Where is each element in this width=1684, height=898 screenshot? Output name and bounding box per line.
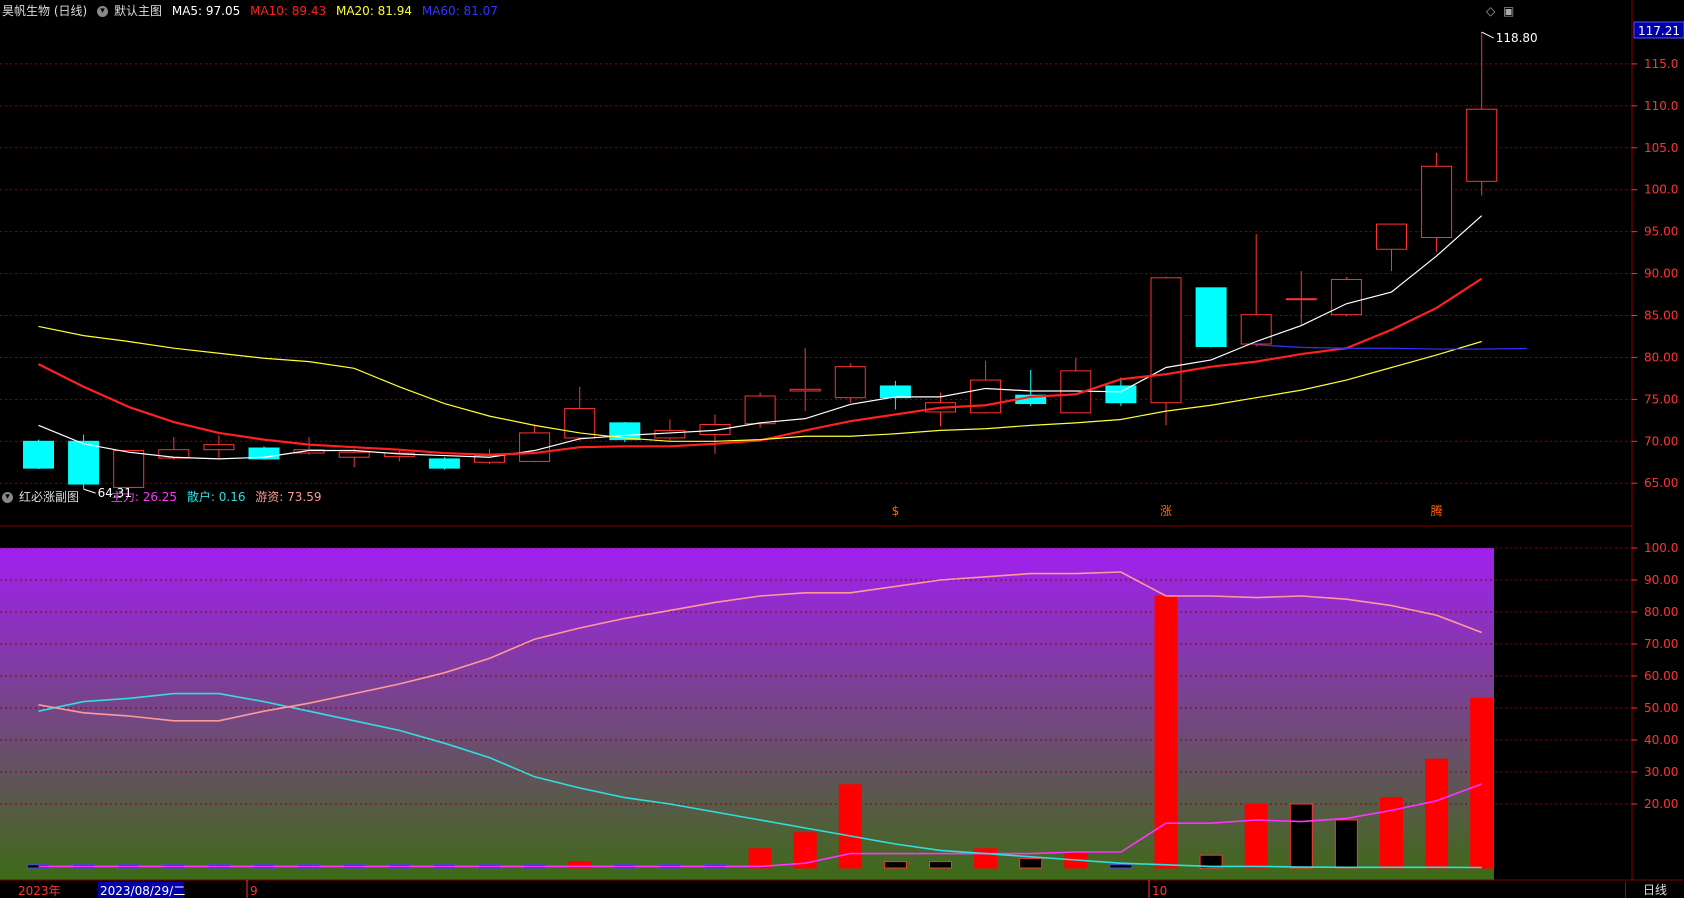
candle-body xyxy=(1240,314,1272,345)
candle-body xyxy=(23,440,54,469)
sub-axis-tick-label: 50.00 xyxy=(1644,701,1678,715)
event-marker[interactable]: 腾 xyxy=(1431,503,1443,518)
candle-body xyxy=(699,424,731,436)
sub-bar xyxy=(1019,857,1043,869)
price-axis-tick-label: 115.0 xyxy=(1644,57,1678,71)
candle-body xyxy=(1195,287,1227,348)
chart-canvas[interactable]: 115.0 110.0 105.0 100.0 95.00 90.00 85.00 80.00… xyxy=(0,0,1684,898)
sub-bar xyxy=(1109,864,1133,869)
event-marker[interactable]: $ xyxy=(892,504,900,518)
low-price-pointer xyxy=(83,488,96,494)
candle-body xyxy=(203,444,235,451)
candle-body xyxy=(1105,385,1137,404)
date-cursor-label: 2023/08/29/二 xyxy=(100,884,185,898)
price-axis-tick-label: 90.00 xyxy=(1644,267,1678,281)
sub-axis-tick-label: 40.00 xyxy=(1644,733,1678,747)
candle-body xyxy=(428,458,460,469)
sub-bar xyxy=(1289,803,1313,869)
event-marker[interactable]: 涨 xyxy=(1160,503,1172,518)
candle-body xyxy=(519,432,551,462)
price-axis-tick-label: 105.0 xyxy=(1644,141,1678,155)
current-price-label: 117.21 xyxy=(1638,24,1680,38)
candle-body xyxy=(1466,108,1498,182)
price-axis-tick-label: 85.00 xyxy=(1644,309,1678,323)
high-price-annotation: 118.80 xyxy=(1496,31,1538,45)
sub-axis-tick-label: 20.00 xyxy=(1644,797,1678,811)
price-axis-tick-label: 70.00 xyxy=(1644,434,1678,448)
tab-daily[interactable]: 日线 xyxy=(1625,882,1684,898)
candle-body xyxy=(1421,165,1453,239)
price-axis-tick-label: 65.00 xyxy=(1644,476,1678,490)
sub-axis-tick-label: 60.00 xyxy=(1644,669,1678,683)
candle-body xyxy=(744,395,776,425)
year-label: 2023年 xyxy=(18,884,61,898)
sub-axis-tick-label: 90.00 xyxy=(1644,573,1678,587)
candle-body xyxy=(970,379,1002,414)
month-sep-label: 9 xyxy=(250,884,258,898)
candle-body xyxy=(789,388,821,392)
sub-bar xyxy=(974,848,998,869)
price-axis-tick-label: 110.0 xyxy=(1644,99,1678,113)
sub-axis-tick-label: 80.00 xyxy=(1644,605,1678,619)
price-axis-tick-label: 80.00 xyxy=(1644,350,1678,364)
price-axis-tick-label: 100.0 xyxy=(1644,183,1678,197)
sub-bar xyxy=(883,861,907,869)
candle-body xyxy=(68,440,100,485)
sub-bar xyxy=(929,861,952,869)
ma10-line xyxy=(38,277,1483,456)
sub-axis-tick-label: 100.0 xyxy=(1644,541,1678,555)
candle-body xyxy=(338,451,370,458)
sub-bar xyxy=(1470,697,1494,869)
candle-body xyxy=(834,366,866,399)
candle-body xyxy=(1285,298,1317,301)
price-axis-tick-label: 75.00 xyxy=(1644,392,1678,406)
candle-body xyxy=(879,385,911,399)
high-price-pointer xyxy=(1481,31,1494,39)
price-axis-tick-label: 95.00 xyxy=(1644,225,1678,239)
candle-body xyxy=(113,450,145,488)
sub-axis-tick-label: 70.00 xyxy=(1644,637,1678,651)
candle-body xyxy=(654,429,686,439)
candle-body xyxy=(1376,223,1407,250)
ma60-line xyxy=(1256,344,1527,350)
sub-bar xyxy=(1425,758,1449,869)
sub-bar xyxy=(1244,803,1268,869)
sub-bar xyxy=(1334,819,1358,869)
sub-axis-tick-label: 30.00 xyxy=(1644,765,1678,779)
low-price-annotation: 64.31 xyxy=(98,486,132,500)
month-oct-label: 10 xyxy=(1152,884,1167,898)
candle-body xyxy=(1150,277,1182,404)
